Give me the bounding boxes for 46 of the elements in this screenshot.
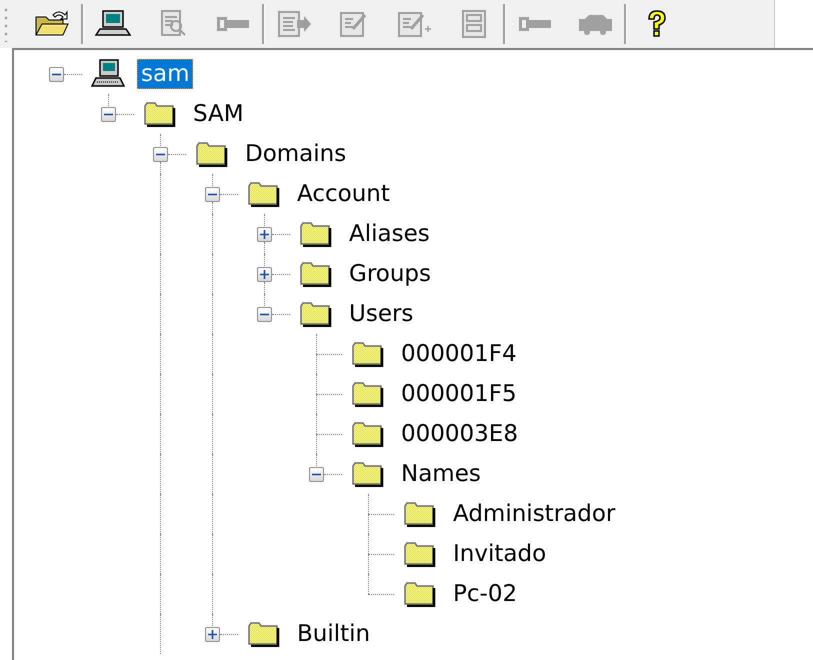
tree-item[interactable]: Account: [293, 179, 394, 209]
plus-icon: [208, 630, 216, 638]
tree-item[interactable]: SAM: [189, 99, 248, 129]
folder-icon: [195, 141, 229, 167]
folder-icon: [351, 461, 385, 487]
tree-item[interactable]: 000001F4: [397, 339, 521, 369]
tree-item[interactable]: Domains: [241, 139, 350, 169]
folder-icon: [299, 301, 333, 327]
folder-icon: [351, 341, 385, 367]
tree-item[interactable]: 000001F5: [397, 379, 521, 409]
expander-button[interactable]: [100, 106, 116, 122]
folder-icon: [143, 101, 177, 127]
folder-icon: [247, 621, 281, 647]
tree-item[interactable]: Administrador: [449, 499, 620, 529]
folder-icon: [351, 381, 385, 407]
folder-icon: [299, 261, 333, 287]
expander-button[interactable]: [256, 306, 272, 322]
computer-icon: [94, 9, 132, 39]
tree-item[interactable]: 000003E8: [397, 419, 522, 449]
expander-button[interactable]: [152, 146, 168, 162]
folder-icon: [299, 221, 333, 247]
tree-item[interactable]: Pc-02: [449, 579, 522, 609]
document-arrow-icon: [275, 9, 313, 39]
tree-item[interactable]: Users: [345, 299, 418, 329]
document-edit-icon: [395, 9, 433, 39]
tree-item[interactable]: Names: [397, 459, 485, 489]
plus-icon: [260, 270, 268, 278]
toolbar-grip[interactable]: [4, 6, 8, 42]
computer-icon: [91, 59, 125, 89]
tree-item[interactable]: Invitado: [449, 539, 550, 569]
tree-item[interactable]: sam: [137, 59, 194, 89]
folder-icon: [403, 501, 437, 527]
expander-button[interactable]: [308, 466, 324, 482]
folder-icon: [247, 181, 281, 207]
tree-item[interactable]: Aliases: [345, 219, 434, 249]
expander-button[interactable]: [204, 626, 220, 642]
tree-item[interactable]: Builtin: [293, 619, 374, 649]
plus-icon: [260, 230, 268, 238]
expander-button[interactable]: [48, 66, 64, 82]
expander-button[interactable]: [204, 186, 220, 202]
tree-item[interactable]: Groups: [345, 259, 436, 289]
folder-icon: [403, 541, 437, 567]
expander-button[interactable]: [256, 266, 272, 282]
expander-button[interactable]: [256, 226, 272, 242]
folder-icon: [351, 421, 385, 447]
folder-icon: [403, 581, 437, 607]
